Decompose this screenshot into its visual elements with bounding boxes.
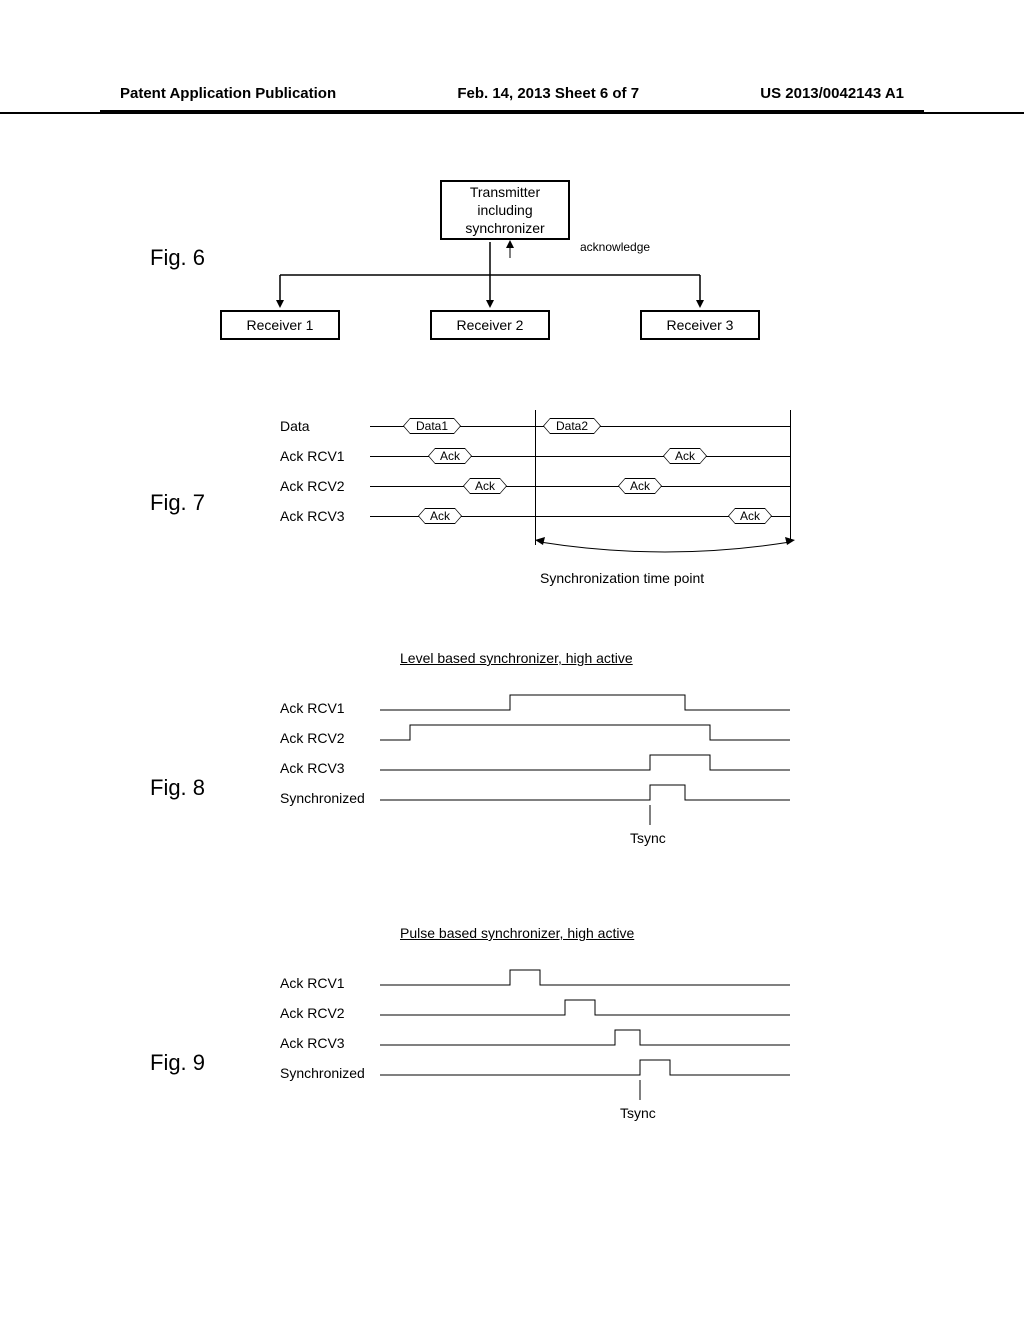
fig9-sync-label: Synchronized [280,1065,365,1081]
fig9-tsync: TTsyncsync [620,1105,656,1121]
fig8-sync-label: Synchronized [280,790,365,806]
fig7-ack2-label: Ack RCV2 [280,478,345,494]
fig9-diagram: Pulse based synchronizer, high active Ac… [150,955,870,1175]
fig7-ack3-label: Ack RCV3 [280,508,345,524]
fig8-ack2-label: Ack RCV2 [280,730,345,746]
ack-text: Ack [675,449,695,463]
fig9-ack3-label: Ack RCV3 [280,1035,345,1051]
ack1-hex2: Ack [670,448,700,464]
header-center: Feb. 14, 2013 Sheet 6 of 7 [457,85,639,102]
data1-hex: Data1 [410,418,454,434]
fig8-diagram: Level based synchronizer, high active Ac… [150,680,870,900]
fig8-waveforms [380,690,800,840]
receiver2-text: Receiver 2 [457,317,524,333]
receiver2-box: Receiver 2 [430,310,550,340]
ack2-hex1: Ack [470,478,500,494]
ack2-line [370,486,790,487]
receiver3-box: Receiver 3 [640,310,760,340]
fig7-end-vline [790,410,791,540]
ack-text: Ack [740,509,760,523]
ack-text: Ack [630,479,650,493]
fig8-tsync: TTsyncsync [630,830,666,846]
fig7-diagram: Data Ack RCV1 Ack RCV2 Ack RCV3 Data1 Da… [150,410,870,620]
header-left: Patent Application Publication [120,85,336,102]
ack-text: Ack [430,509,450,523]
fig8-ack3-label: Ack RCV3 [280,760,345,776]
fig9-title: Pulse based synchronizer, high active [400,925,634,941]
fig8-ack1-label: Ack RCV1 [280,700,345,716]
fig7-data-label: Data [280,418,310,434]
ack1-hex1: Ack [435,448,465,464]
ack-text: Ack [475,479,495,493]
fig7-sync-caption: Synchronization time point [540,570,704,586]
fig7-ack1-label: Ack RCV1 [280,448,345,464]
header-right: US 2013/0042143 A1 [760,85,904,102]
fig6-diagram: Transmitter including synchronizer ackno… [150,180,870,360]
ack2-hex2: Ack [625,478,655,494]
fig7-span-arrow [535,530,795,565]
data2-text: Data2 [556,419,588,433]
receiver3-text: Receiver 3 [667,317,734,333]
data2-hex: Data2 [550,418,594,434]
fig9-ack1-label: Ack RCV1 [280,975,345,991]
fig8-title: Level based synchronizer, high active [400,650,633,666]
page-header: Patent Application Publication Feb. 14, … [0,0,1024,114]
ack3-hex2: Ack [735,508,765,524]
ack-text: Ack [440,449,460,463]
ack3-hex1: Ack [425,508,455,524]
fig9-waveforms [380,965,800,1115]
receiver1-box: Receiver 1 [220,310,340,340]
receiver1-text: Receiver 1 [247,317,314,333]
header-divider [100,110,924,112]
fig9-ack2-label: Ack RCV2 [280,1005,345,1021]
fig7-sync-vline [535,410,536,545]
data1-text: Data1 [416,419,448,433]
